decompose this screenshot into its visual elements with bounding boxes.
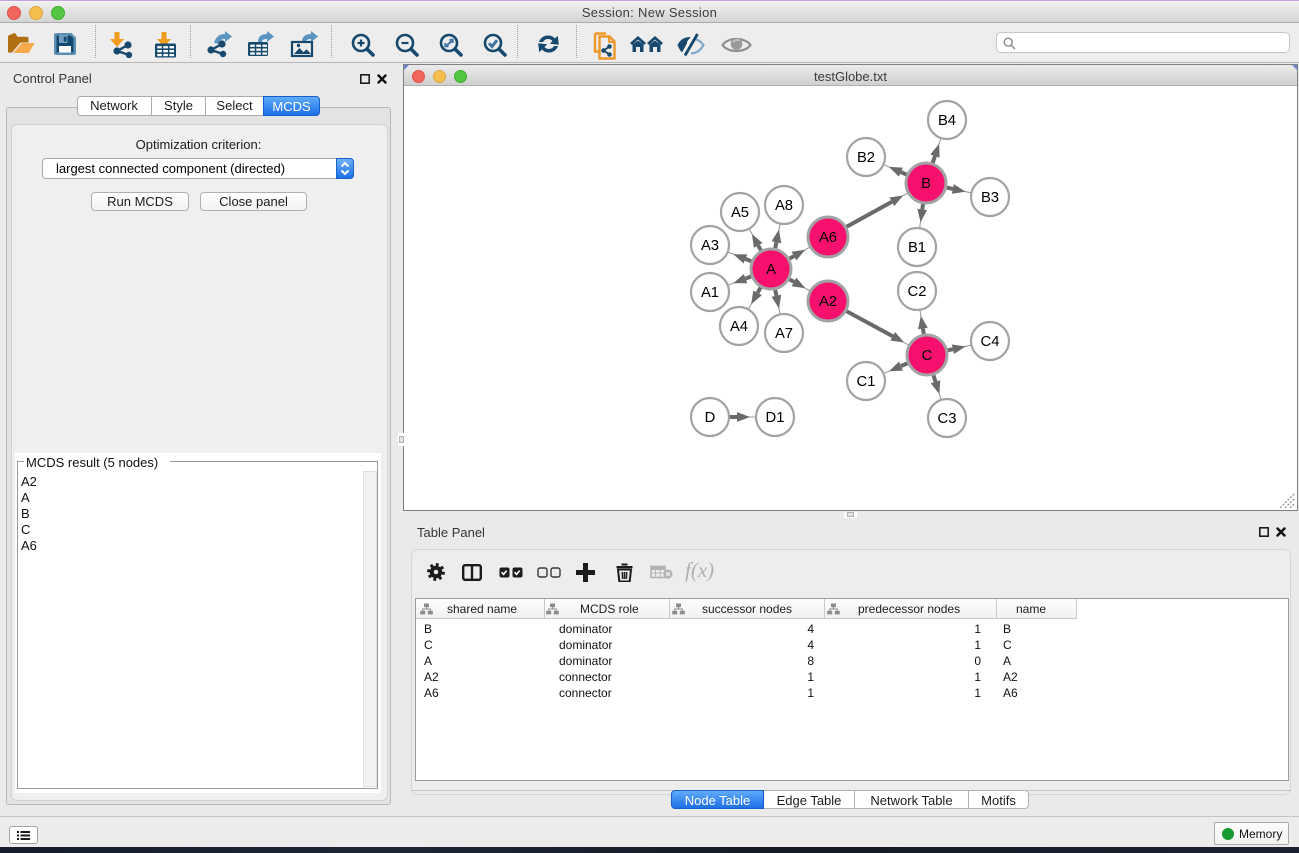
svg-text:C1: C1 [857,374,876,390]
svg-text:A7: A7 [775,326,793,342]
svg-text:D1: D1 [766,410,785,426]
svg-text:A2: A2 [819,294,837,310]
svg-text:A3: A3 [701,238,719,254]
svg-text:A5: A5 [731,205,749,221]
svg-text:B2: B2 [857,150,875,166]
svg-text:A4: A4 [730,319,748,335]
svg-text:B1: B1 [908,240,926,256]
svg-text:C3: C3 [938,411,957,427]
svg-text:B4: B4 [938,113,956,129]
svg-text:B: B [921,176,931,192]
svg-text:C4: C4 [981,334,1000,350]
svg-text:C: C [922,348,933,364]
svg-text:A8: A8 [775,198,793,214]
svg-text:A: A [766,262,776,278]
svg-text:C2: C2 [908,284,927,300]
svg-text:A6: A6 [819,230,837,246]
svg-text:B3: B3 [981,190,999,206]
svg-text:D: D [705,410,716,426]
svg-text:A1: A1 [701,285,719,301]
